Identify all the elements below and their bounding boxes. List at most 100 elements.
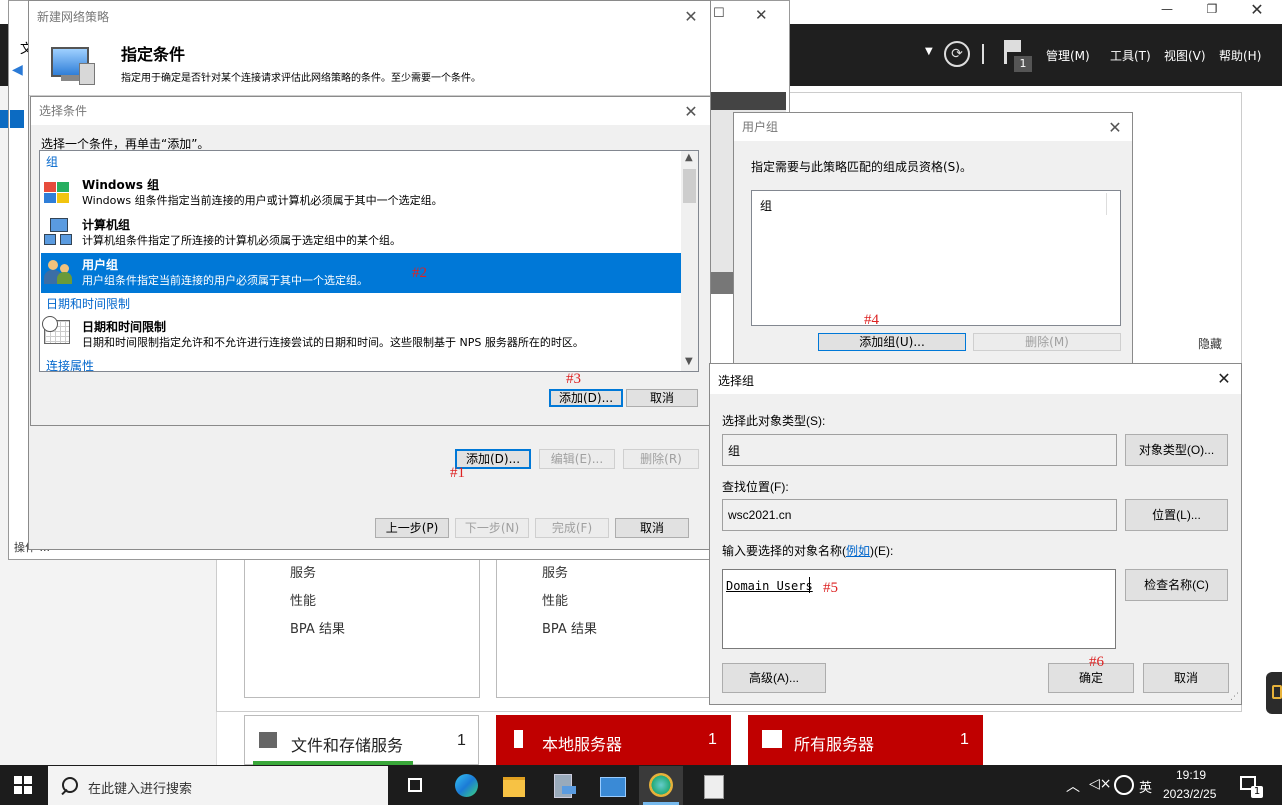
user-group-list[interactable]: 组 xyxy=(751,190,1121,326)
select-group-titlebar xyxy=(710,364,1241,394)
tile-label: 本地服务器 xyxy=(542,737,623,754)
nps-console-close-icon[interactable]: ✕ xyxy=(755,6,768,24)
restore-icon[interactable]: ❐ xyxy=(1200,2,1224,22)
minimize-icon[interactable]: — xyxy=(1155,2,1179,22)
menu-tools[interactable]: 工具(T) xyxy=(1110,47,1151,64)
menu-help[interactable]: 帮助(H) xyxy=(1219,47,1261,64)
category-groups: 组 xyxy=(46,155,59,169)
wizard-next-button[interactable]: 下一步(N) xyxy=(455,518,529,538)
role-box-right-services[interactable]: 服务 xyxy=(542,562,568,581)
condition-close-button[interactable]: ✕ xyxy=(676,97,706,127)
scroll-thumb[interactable] xyxy=(683,169,696,203)
role-box-right-performance[interactable]: 性能 xyxy=(542,590,568,609)
refresh-icon[interactable]: ⟳ xyxy=(944,41,970,67)
list-item-desc[interactable]: 计算机组条件指定了所连接的计算机必须属于选定组中的某个组。 xyxy=(82,232,401,248)
wizard-heading: 指定条件 xyxy=(121,45,186,64)
nps-console-max-icon[interactable]: ☐ xyxy=(713,6,725,21)
ime-indicator[interactable]: 英 xyxy=(1139,777,1152,796)
select-group-title: 选择组 xyxy=(718,374,755,388)
list-item-title[interactable]: 用户组 xyxy=(82,256,118,273)
location-label: 查找位置(F): xyxy=(722,480,789,494)
wizard-finish-button[interactable]: 完成(F) xyxy=(535,518,609,538)
role-box-right-bpa[interactable]: BPA 结果 xyxy=(542,618,597,637)
wizard-back-button[interactable]: 上一步(P) xyxy=(375,518,449,538)
wizard-title: 新建网络策略 xyxy=(37,10,110,24)
wizard-edit-button[interactable]: 编辑(E)... xyxy=(539,449,615,469)
flag-icon[interactable]: 1 xyxy=(1002,38,1032,74)
object-types-button[interactable]: 对象类型(O)... xyxy=(1125,434,1228,466)
wizard-add-button[interactable]: 添加(D)... xyxy=(455,449,531,469)
file-explorer-icon[interactable] xyxy=(492,766,536,805)
select-group-dialog: 选择组 ✕ 选择此对象类型(S): 组 对象类型(O)... 查找位置(F): … xyxy=(709,363,1242,705)
menu-manage[interactable]: 管理(M) xyxy=(1046,47,1090,64)
advanced-button[interactable]: 高级(A)... xyxy=(722,663,826,693)
notification-count: 1 xyxy=(1251,786,1263,798)
network-globe-icon[interactable] xyxy=(1114,775,1134,795)
object-type-value: 组 xyxy=(728,444,741,458)
taskbar-search-box[interactable]: 在此键入进行搜索 xyxy=(48,766,388,805)
wizard-titlebar: 新建网络策略 xyxy=(29,1,710,33)
clock-date[interactable]: 2023/2/25 xyxy=(1163,787,1216,801)
select-group-close-button[interactable]: ✕ xyxy=(1209,364,1239,394)
active-app-icon[interactable] xyxy=(639,766,683,805)
list-scrollbar[interactable]: ▲ ▼ xyxy=(681,151,698,371)
volume-icon[interactable]: ◁× xyxy=(1089,776,1112,792)
nps-taskbar-icon[interactable] xyxy=(590,766,634,805)
role-box-left-bpa[interactable]: BPA 结果 xyxy=(290,618,345,637)
edge-icon[interactable] xyxy=(444,766,488,805)
check-names-button[interactable]: 检查名称(C) xyxy=(1125,569,1228,601)
location-value: wsc2021.cn xyxy=(728,508,792,522)
remove-group-button[interactable]: 删除(M) xyxy=(973,333,1121,351)
user-group-dialog: 用户组 ✕ 指定需要与此策略匹配的组成员资格(S)。 组 添加组(U)... 删… xyxy=(733,112,1133,364)
condition-title: 选择条件 xyxy=(39,104,88,118)
resize-grip-icon[interactable]: ⋰ xyxy=(1230,692,1239,702)
examples-link[interactable]: 例如 xyxy=(846,544,870,558)
wizard-remove-button[interactable]: 删除(R) xyxy=(623,449,699,469)
scroll-down-icon[interactable]: ▼ xyxy=(685,356,693,367)
list-item-title[interactable]: 计算机组 xyxy=(82,216,130,233)
clock-time[interactable]: 19:19 xyxy=(1176,768,1206,782)
wizard-cancel-button[interactable]: 取消 xyxy=(615,518,689,538)
list-item-desc[interactable]: 用户组条件指定当前连接的用户必须属于其中一个选定组。 xyxy=(82,272,368,288)
annotation-1: #1 xyxy=(450,465,465,481)
annotation-5: #5 xyxy=(823,580,838,596)
back-arrow-icon[interactable]: ◀ xyxy=(12,62,28,78)
user-group-icon xyxy=(44,258,74,286)
add-group-button[interactable]: 添加组(U)... xyxy=(818,333,966,351)
user-group-desc: 指定需要与此策略匹配的组成员资格(S)。 xyxy=(751,160,972,174)
object-name-input[interactable]: Domain Users xyxy=(722,569,1116,649)
role-box-left-performance[interactable]: 性能 xyxy=(290,590,316,609)
user-group-close-button[interactable]: ✕ xyxy=(1100,113,1130,143)
menu-view[interactable]: 视图(V) xyxy=(1164,47,1206,64)
user-group-column-header[interactable]: 组 xyxy=(760,197,772,214)
category-date-time: 日期和时间限制 xyxy=(46,297,131,311)
list-item-title[interactable]: 日期和时间限制 xyxy=(82,318,166,335)
start-windows-icon[interactable] xyxy=(14,776,32,794)
close-icon[interactable]: ✕ xyxy=(1245,0,1269,22)
object-name-value: Domain Users xyxy=(726,579,813,593)
list-item-desc[interactable]: 日期和时间限制指定允许和不允许进行连接尝试的日期和时间。这些限制基于 NPS 服… xyxy=(82,334,584,350)
wizard-close-button[interactable]: ✕ xyxy=(676,2,706,32)
task-view-icon[interactable] xyxy=(396,766,440,805)
condition-add-button[interactable]: 添加(D)... xyxy=(549,389,623,407)
list-item-title[interactable]: Windows 组 xyxy=(82,176,159,193)
dropdown-icon[interactable]: ▼ xyxy=(925,46,933,57)
tile-file-storage[interactable]: 文件和存储服务 1 xyxy=(244,715,479,765)
monitor-icon xyxy=(49,45,95,85)
tile-local-server[interactable]: 本地服务器 1 xyxy=(496,715,731,765)
notification-pull-icon[interactable] xyxy=(1266,672,1282,714)
list-item-desc[interactable]: Windows 组条件指定当前连接的用户或计算机必须属于其中一个选定组。 xyxy=(82,192,443,208)
role-box-left-services[interactable]: 服务 xyxy=(290,562,316,581)
tray-chevron-icon[interactable]: ︿ xyxy=(1066,776,1080,796)
location-field: wsc2021.cn xyxy=(722,499,1117,531)
annotation-6: #6 xyxy=(1089,654,1104,670)
cancel-button[interactable]: 取消 xyxy=(1143,663,1229,693)
notepad-icon[interactable] xyxy=(690,766,734,805)
condition-cancel-button[interactable]: 取消 xyxy=(626,389,698,407)
locations-button[interactable]: 位置(L)... xyxy=(1125,499,1228,531)
server-manager-taskbar-icon[interactable] xyxy=(540,766,584,805)
tile-all-servers[interactable]: 所有服务器 1 xyxy=(748,715,983,765)
scroll-up-icon[interactable]: ▲ xyxy=(685,152,693,163)
tile-count: 1 xyxy=(708,731,717,748)
user-group-titlebar: 用户组 xyxy=(734,113,1132,141)
